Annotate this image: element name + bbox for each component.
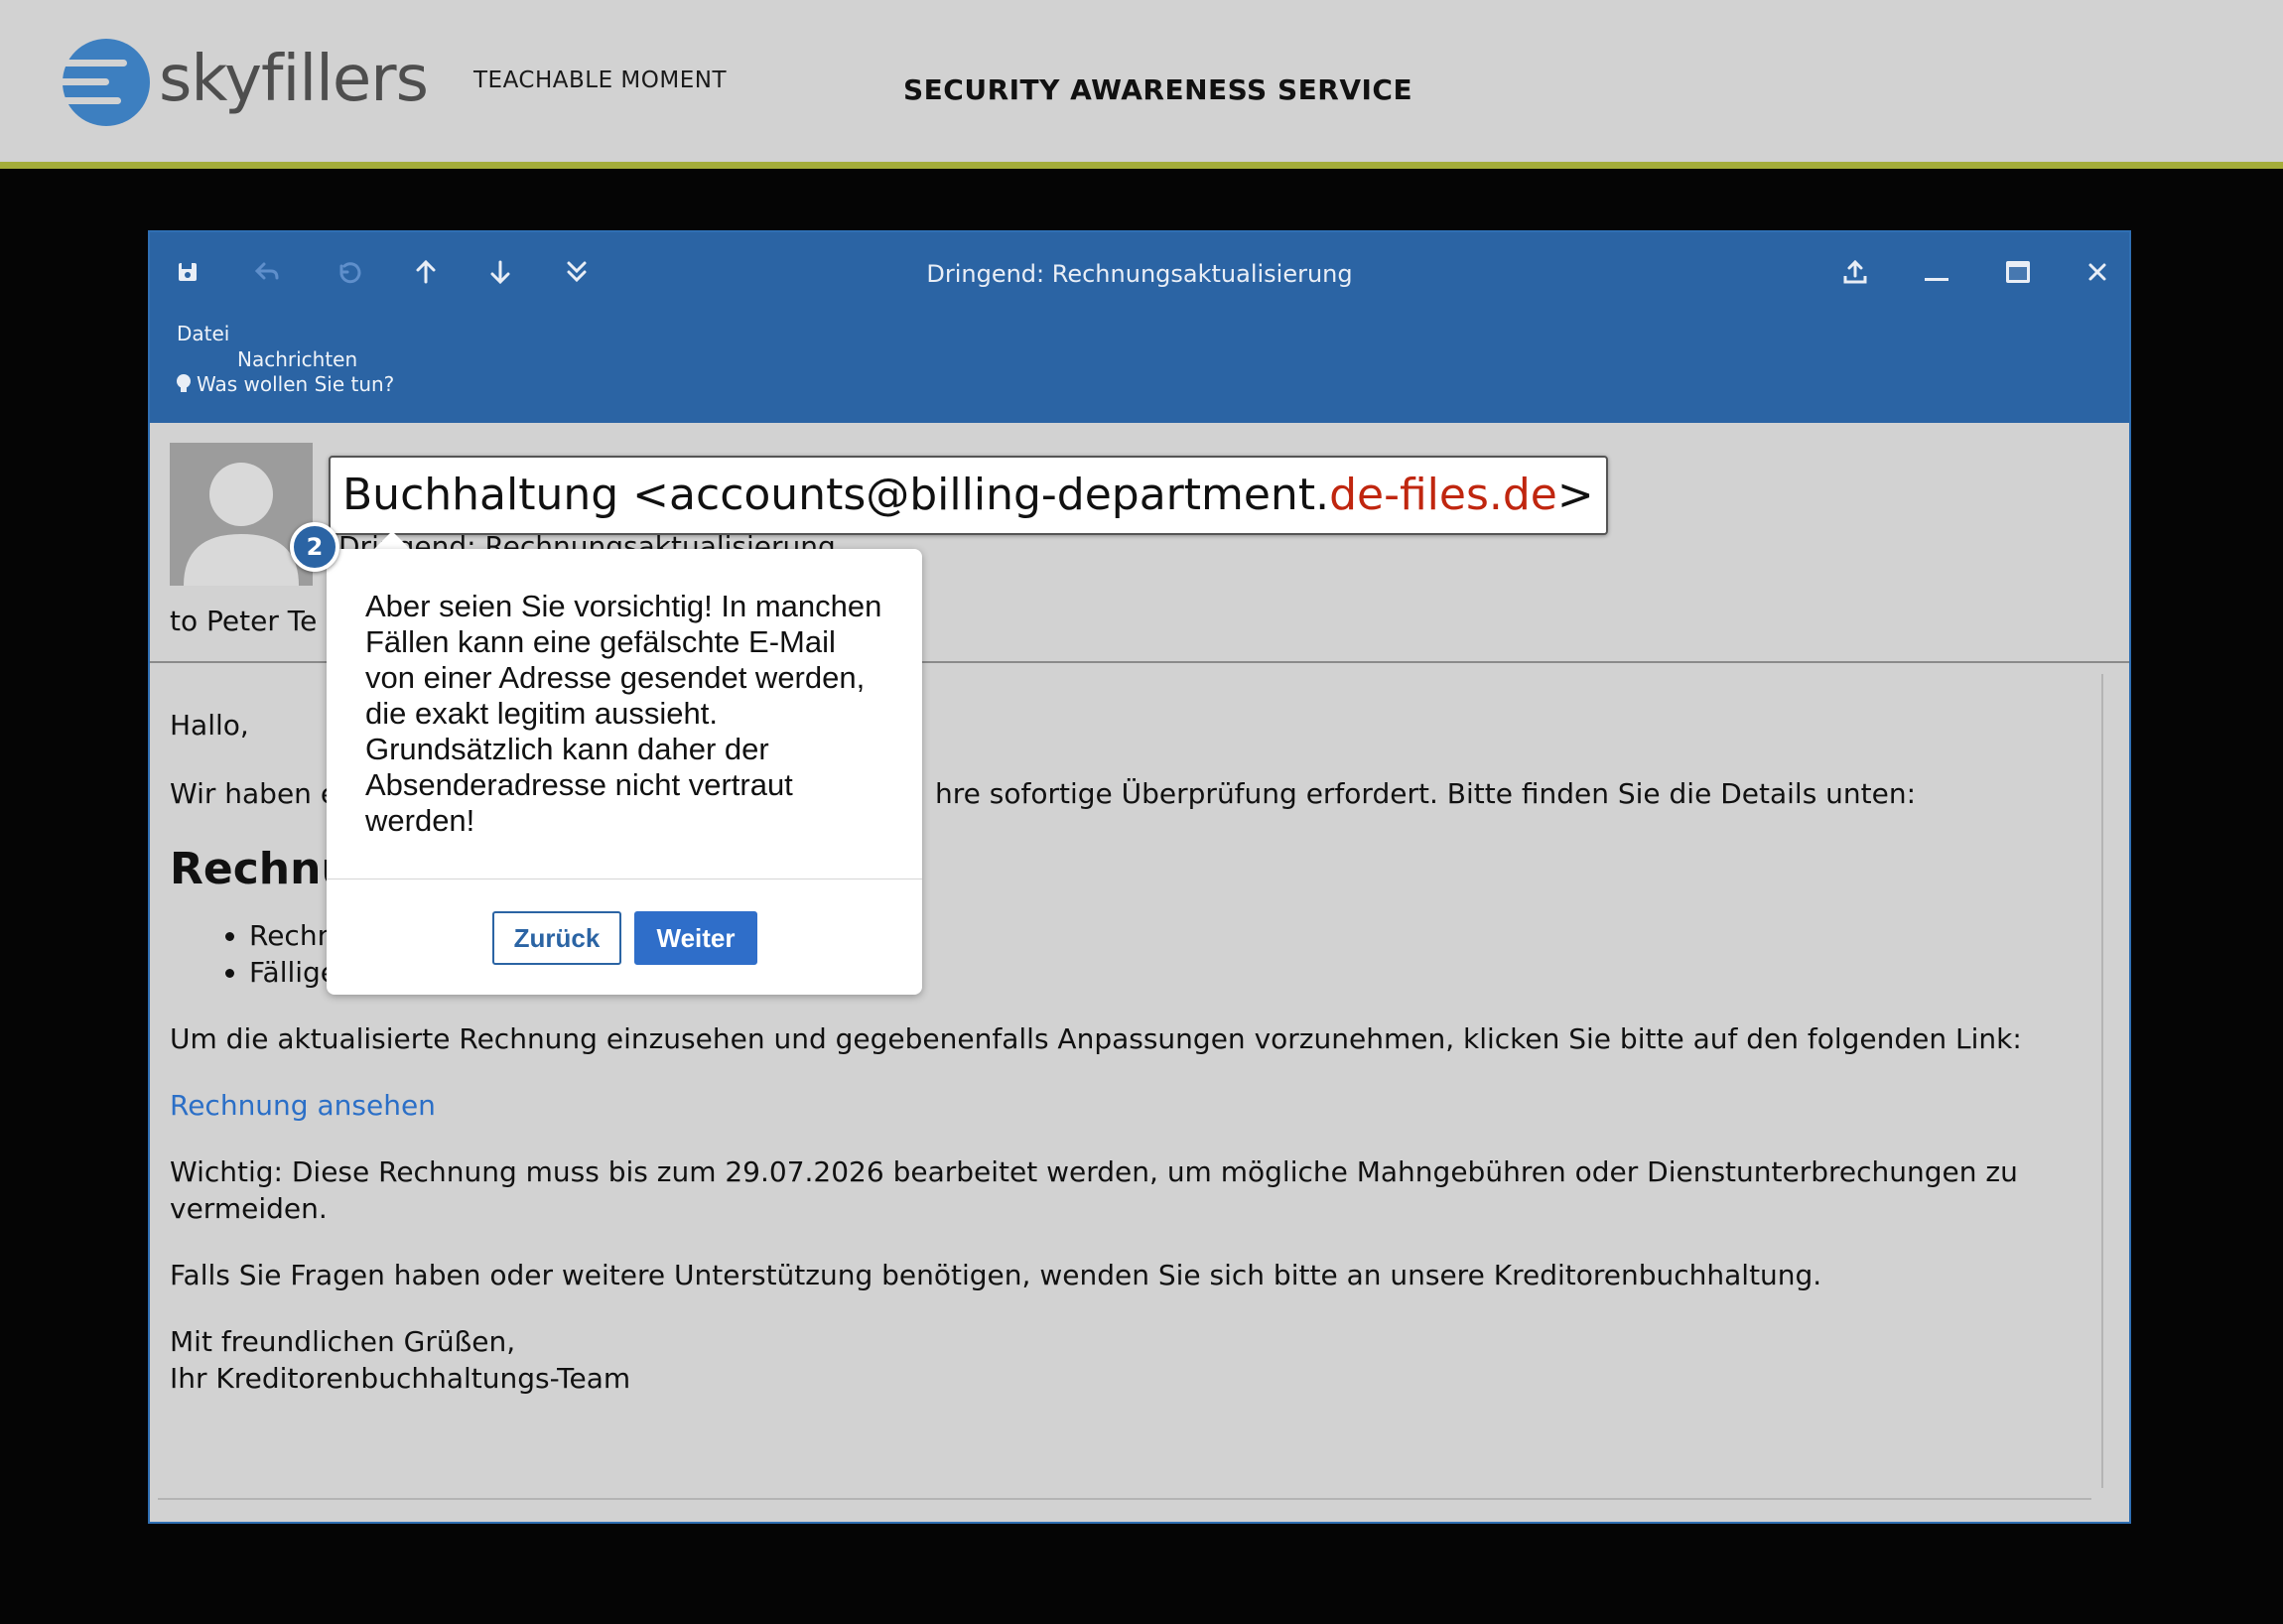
tooltip-arrow [374, 531, 410, 549]
menu-messages[interactable]: Nachrichten [237, 347, 357, 371]
scrollbar[interactable] [2101, 674, 2103, 1488]
intro-right: hre sofortige Überprüfung erfordert. Bit… [935, 777, 1917, 810]
sender-address: Buchhaltung <accounts@billing-department… [342, 470, 1330, 520]
closing-line: Mit freundlichen Grüßen, [170, 1325, 516, 1358]
sender-address-end: > [1556, 470, 1594, 520]
window-title: Dringend: Rechnungsaktualisierung [926, 260, 1353, 288]
divider [158, 1498, 2091, 1500]
top-banner: skyfillers TEACHABLE MOMENT SECURITY AWA… [0, 0, 2283, 169]
instruction-paragraph: Um die aktualisierte Rechnung einzusehen… [170, 1022, 2022, 1055]
help-search-label: Was wollen Sie tun? [197, 372, 395, 396]
close-icon[interactable] [2080, 254, 2115, 290]
brand-name: skyfillers [159, 43, 429, 116]
tooltip-text: Aber seien Sie vorsichtig! In manchen Fä… [365, 589, 882, 838]
sender-domain-warning: de-files.de [1329, 470, 1557, 520]
view-invoice-link[interactable]: Rechnung ansehen [170, 1089, 436, 1122]
intro-left: Wir haben e [170, 777, 338, 810]
share-icon[interactable] [1837, 254, 1873, 290]
step-badge: 2 [290, 522, 339, 572]
next-button[interactable]: Weiter [634, 911, 757, 965]
minimize-icon[interactable] [1919, 254, 1954, 290]
sender-address-highlight: Buchhaltung <accounts@billing-department… [329, 456, 1608, 535]
email-recipient: to Peter Te [170, 605, 318, 637]
skyfillers-logo-icon [62, 39, 150, 126]
service-title: SECURITY AWARENESS SERVICE [903, 73, 1413, 106]
avatar [170, 443, 313, 586]
teachable-moment-label: TEACHABLE MOMENT [473, 68, 728, 93]
menu-file[interactable]: Datei [177, 322, 229, 345]
important-paragraph: Wichtig: Diese Rechnung muss bis zum 29.… [170, 1155, 2018, 1225]
lightbulb-icon [177, 374, 191, 392]
tooltip-divider [327, 879, 922, 880]
back-button[interactable]: Zurück [492, 911, 621, 965]
person-icon [170, 443, 313, 586]
maximize-icon[interactable] [2000, 254, 2036, 290]
teaching-tooltip: Aber seien Sie vorsichtig! In manchen Fä… [327, 549, 922, 995]
questions-paragraph: Falls Sie Fragen haben oder weitere Unte… [170, 1259, 1822, 1291]
help-search[interactable]: Was wollen Sie tun? [175, 372, 394, 396]
signature-line: Ihr Kreditorenbuchhaltungs-Team [170, 1362, 631, 1395]
window-titlebar: Dringend: Rechnungsaktualisierung Datei … [150, 232, 2129, 423]
